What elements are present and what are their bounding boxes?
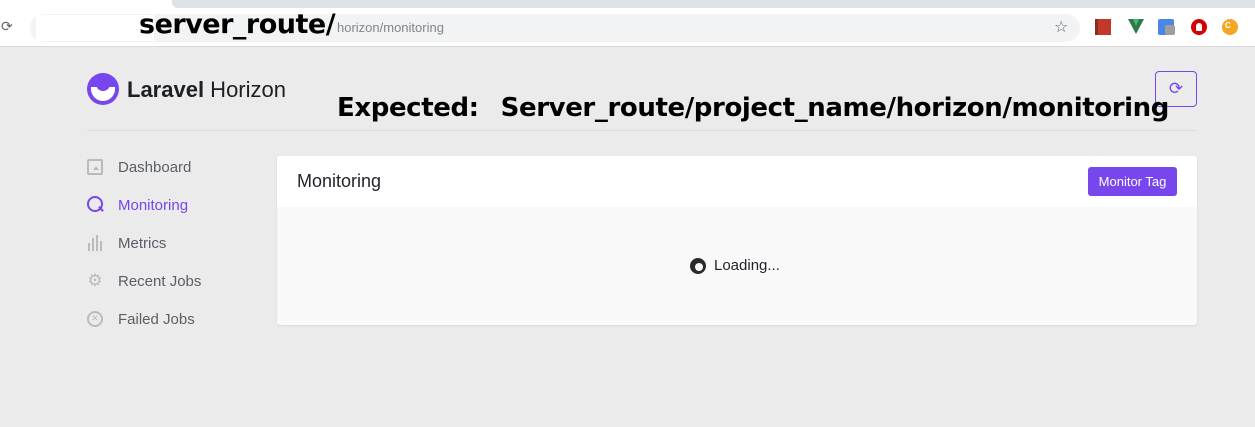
red-bookmark-icon[interactable] [1095, 19, 1111, 35]
brand-title[interactable]: Laravel Horizon [127, 77, 286, 103]
tab-strip [172, 0, 1255, 8]
brand-rest: Horizon [204, 77, 286, 102]
reload-icon[interactable]: ⟳ [1, 18, 17, 36]
loading-text: Loading... [714, 257, 780, 274]
loading-indicator: Loading... [690, 257, 780, 274]
bookmark-star-icon[interactable]: ☆ [1054, 17, 1068, 37]
google-translate-icon-back [1165, 25, 1175, 35]
search-icon [87, 196, 103, 212]
brand-bold: Laravel [127, 77, 205, 102]
sidebar-item-monitoring[interactable]: Monitoring [87, 194, 188, 216]
vue-devtools-icon-inner [1133, 19, 1139, 26]
sidebar-item-metrics[interactable]: Metrics [87, 232, 166, 254]
metrics-icon [87, 235, 103, 251]
sidebar-item-failed-jobs[interactable]: ✕ Failed Jobs [87, 308, 195, 330]
x-circle-icon: ✕ [87, 311, 103, 327]
sidebar-item-label: Dashboard [118, 158, 192, 176]
redacted-host [36, 15, 154, 41]
gear-icon: ⚙ [87, 271, 103, 291]
sidebar-item-label: Failed Jobs [118, 310, 195, 328]
annotation-expected: Expected: Server_route/project_name/horiz… [337, 93, 1169, 123]
adblock-hand-icon [1196, 23, 1202, 31]
sidebar-item-recent-jobs[interactable]: ⚙ Recent Jobs [87, 270, 201, 292]
annotation-expected-value: Server_route/project_name/horizon/monito… [500, 93, 1170, 123]
header-divider [87, 130, 1197, 131]
card-header: Monitoring Monitor Tag [277, 156, 1197, 207]
page-title: Monitoring [297, 171, 382, 191]
sidebar-item-dashboard[interactable]: Dashboard [87, 156, 191, 178]
spinner-icon [690, 257, 706, 274]
monitoring-card: Monitoring Monitor Tag Loading... [277, 156, 1197, 325]
annotation-expected-label: Expected: [337, 93, 479, 123]
sidebar-item-label: Metrics [118, 234, 167, 252]
monitor-tag-button[interactable]: Monitor Tag [1088, 167, 1177, 196]
url-path[interactable]: horizon/monitoring [337, 20, 444, 35]
annotation-server-route: server_route/ [139, 9, 336, 40]
dashboard-icon [87, 159, 103, 175]
horizon-logo-icon[interactable] [87, 73, 119, 105]
sidebar-item-label: Monitoring [118, 196, 189, 214]
sidebar-item-label: Recent Jobs [118, 272, 202, 290]
cookie-icon-text: C [1225, 21, 1231, 30]
